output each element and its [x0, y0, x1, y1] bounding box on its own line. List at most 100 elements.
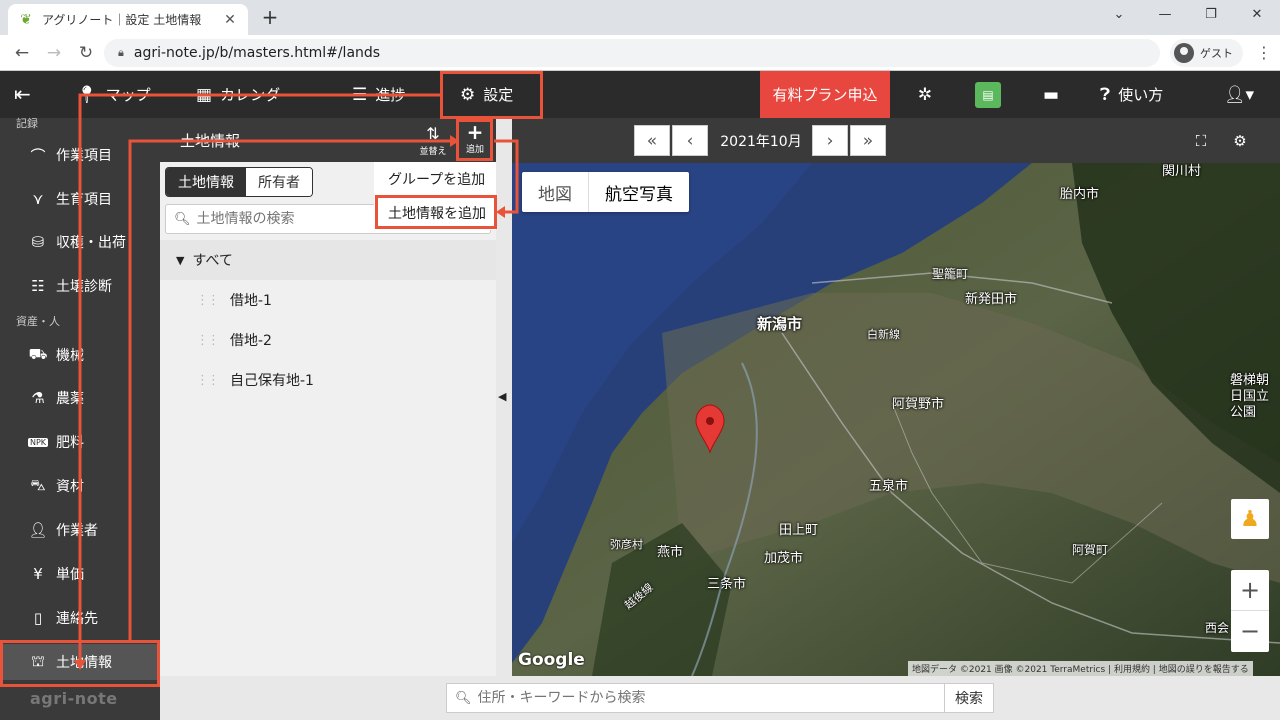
satellite-map[interactable]: 新潟市 新発田市 阿賀野市 五泉市 田上町 加茂市 燕市 弥彦村 三条市 聖籠町…: [512, 163, 1280, 676]
sidebar-item-worker[interactable]: 👤︎ 作業者: [0, 512, 160, 548]
sidebar-item-label: 農薬: [56, 391, 84, 407]
list-item[interactable]: ⋮⋮ 借地-2: [160, 320, 496, 360]
sidebar-item-contacts[interactable]: ▯ 連絡先: [0, 600, 160, 636]
sort-label: 並替え: [419, 147, 447, 157]
prev-month-button[interactable]: ‹: [672, 125, 708, 156]
browser-menu-icon[interactable]: ⋮: [1254, 41, 1274, 65]
minimize-icon[interactable]: —: [1142, 0, 1188, 30]
drag-handle-icon[interactable]: ⋮⋮: [196, 373, 220, 388]
map-type-roadmap[interactable]: 地図: [522, 172, 588, 212]
sidebar-item-label: 収穫・出荷: [56, 235, 126, 251]
list-item[interactable]: ⋮⋮ 借地-1: [160, 280, 496, 320]
section-record: 記録: [16, 117, 38, 130]
sidebar-item-fertilizer[interactable]: NPK 肥料: [0, 424, 160, 460]
highlight-land-info: [0, 640, 160, 687]
zoom-out-button[interactable]: −: [1231, 611, 1269, 652]
zoom-control: + −: [1231, 570, 1269, 652]
map-label-shibata: 新発田市: [965, 292, 1018, 307]
list-item[interactable]: ⋮⋮ 自己保有地-1: [160, 360, 496, 400]
profile-button[interactable]: ゲスト: [1170, 39, 1243, 67]
reload-icon[interactable]: ↻: [74, 41, 98, 65]
sidebar-item-growth[interactable]: ⋎ 生育項目: [0, 181, 160, 217]
browser-tabstrip: ❦ アグリノート｜設定 土地情報 ✕ + ⌄ — ❐ ✕: [0, 0, 1280, 35]
map-settings-gear-icon[interactable]: ⚙: [1229, 130, 1251, 152]
basket-icon: ⛁: [31, 233, 45, 251]
tab-search-icon[interactable]: ⌄: [1096, 0, 1142, 30]
url-text: agri-note.jp/b/masters.html#/lands: [133, 45, 381, 61]
land-name: 借地-1: [230, 293, 272, 309]
land-name: 自己保有地-1: [230, 373, 314, 389]
zoom-in-button[interactable]: +: [1231, 570, 1269, 611]
map-type-satellite[interactable]: 航空写真: [588, 172, 689, 212]
new-tab-button[interactable]: +: [258, 6, 282, 30]
sidebar-item-material[interactable]: ⛍ 資材: [0, 468, 160, 504]
snow-badge-icon[interactable]: ✲: [912, 82, 938, 108]
map-label-tsubame: 燕市: [657, 545, 684, 560]
address-search[interactable]: 🔍︎: [446, 683, 946, 713]
url-field[interactable]: 🔒︎ agri-note.jp/b/masters.html#/lands: [104, 39, 1160, 67]
notebook-icon[interactable]: ▤: [975, 82, 1001, 108]
prev-year-button[interactable]: «: [634, 125, 670, 156]
menu-item-add-group[interactable]: グループを追加: [374, 162, 496, 196]
map-label-niigata: 新潟市: [757, 315, 803, 333]
address-search-button[interactable]: 検索: [944, 683, 994, 713]
sidebar-item-unit-price[interactable]: ¥ 単価: [0, 556, 160, 592]
sidebar-item-label: 連絡先: [56, 611, 98, 627]
close-tab-icon[interactable]: ✕: [222, 12, 238, 28]
back-icon[interactable]: ←: [10, 41, 34, 65]
map-label-tainai: 胎内市: [1060, 187, 1100, 202]
sort-button[interactable]: ⇅ 並替え: [416, 124, 450, 162]
nav-progress[interactable]: ☰ 進捗: [352, 71, 405, 118]
user-menu-icon[interactable]: 👤︎▾: [1222, 82, 1256, 108]
sidebar-item-work[interactable]: ⌒ 作業項目: [0, 137, 160, 173]
drag-handle-icon[interactable]: ⋮⋮: [196, 293, 220, 308]
nav-map[interactable]: 📍︎ マップ: [76, 71, 151, 118]
map-label-nishiaizu: 西会: [1205, 621, 1230, 635]
highlight-add-land: [375, 195, 497, 229]
chat-icon[interactable]: ▬: [1038, 82, 1064, 108]
restore-icon[interactable]: ❐: [1188, 0, 1234, 30]
section-assets: 資産・人: [16, 315, 60, 328]
nav-help-label: 使い方: [1118, 86, 1164, 104]
nav-progress-label: 進捗: [375, 86, 406, 104]
map-label-yahiko: 弥彦村: [610, 538, 643, 551]
sidebar-item-harvest[interactable]: ⛁ 収穫・出荷: [0, 224, 160, 260]
street-view-pegman-icon[interactable]: ♟: [1231, 499, 1269, 539]
map-label-bandai-asahi: 磐梯朝日国立公園: [1230, 373, 1270, 420]
next-month-button[interactable]: ›: [812, 125, 848, 156]
panel-collapse-bar[interactable]: ◀: [496, 118, 512, 676]
map-type-control: 地図 航空写真: [522, 172, 689, 212]
nav-help[interactable]: ❓︎ 使い方: [1100, 71, 1163, 118]
map-label-sekikawa: 関川村: [1162, 164, 1202, 179]
expand-triangle-icon[interactable]: ▼: [176, 254, 184, 267]
tab-owner[interactable]: 所有者: [246, 168, 312, 196]
next-year-button[interactable]: »: [850, 125, 886, 156]
panel-title: 土地情報: [180, 132, 241, 150]
map-attribution[interactable]: 地図データ ©2021 画像 ©2021 TerraMetrics | 利用規約…: [908, 661, 1253, 676]
google-logo: Google: [518, 650, 585, 670]
sidebar-item-pesticide[interactable]: ⚗ 農薬: [0, 380, 160, 416]
chevron-left-icon: ‹: [686, 130, 694, 151]
fullscreen-icon[interactable]: ⛶: [1190, 130, 1212, 152]
map-pin-icon: 📍︎: [76, 84, 98, 105]
tab-land-info[interactable]: 土地情報: [166, 168, 246, 196]
nav-calendar[interactable]: ▦ カレンダー: [196, 71, 295, 118]
paid-plan-button[interactable]: 有料プラン申込: [760, 71, 890, 118]
address-search-input[interactable]: [477, 690, 938, 706]
sidebar-item-label: 生育項目: [56, 192, 112, 208]
menu-collapse-icon[interactable]: ⇤: [14, 83, 38, 107]
browser-tab[interactable]: ❦ アグリノート｜設定 土地情報 ✕: [8, 4, 248, 35]
help-icon: ❓︎: [1100, 84, 1111, 105]
collapse-arrow-icon[interactable]: ◀: [498, 390, 506, 403]
sidebar-item-soil[interactable]: ☷ 土壌診断: [0, 268, 160, 304]
sidebar-item-machine[interactable]: ⛟ 機械: [0, 337, 160, 373]
close-window-icon[interactable]: ✕: [1234, 0, 1280, 30]
tree-root-all[interactable]: ▼ すべて: [160, 240, 496, 280]
map-toolbar: [512, 118, 1280, 163]
sidebar-item-label: 作業項目: [56, 148, 112, 164]
highlight-settings: [440, 71, 543, 119]
forward-icon[interactable]: →: [42, 41, 66, 65]
drag-handle-icon[interactable]: ⋮⋮: [196, 333, 220, 348]
tractor-icon: ⛟: [28, 345, 48, 363]
money-bag-icon: ¥: [33, 565, 43, 583]
